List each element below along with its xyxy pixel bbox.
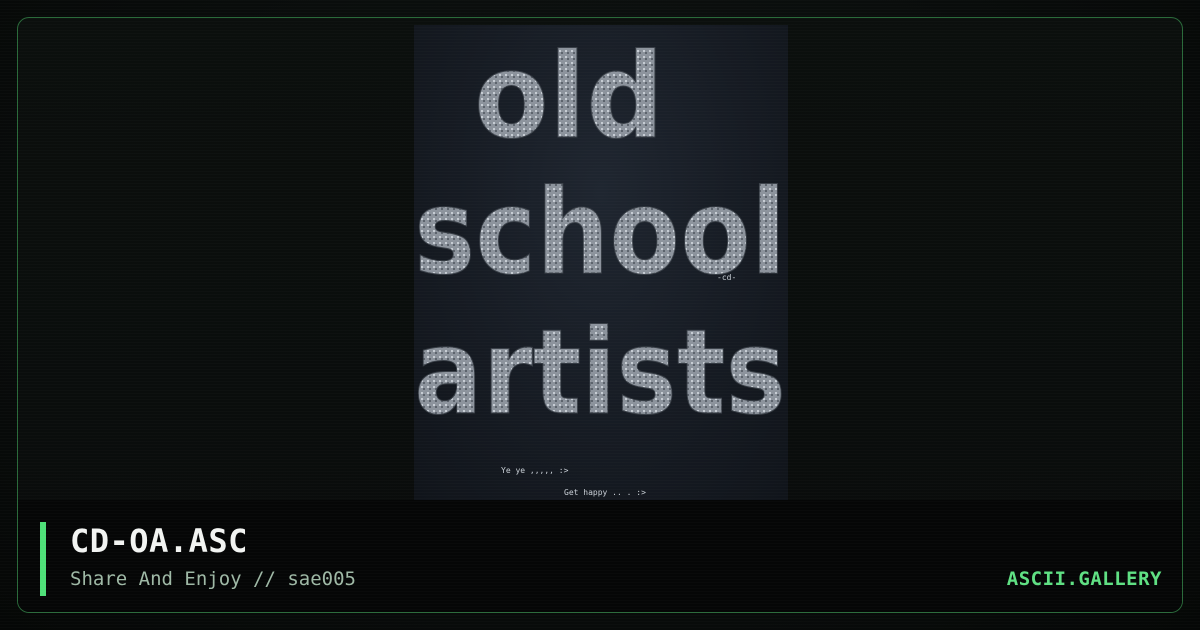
- ascii-signature: -cd-: [717, 273, 736, 282]
- ascii-message-2: Get happy .. . :>: [564, 488, 646, 497]
- ascii-word-artists: artists: [414, 303, 786, 441]
- artwork-subtitle: Share And Enjoy // sae005: [70, 568, 356, 590]
- ascii-artwork-image: old school artists -cd- Ye ye ,,,,, :> G…: [414, 27, 787, 498]
- caption-bar: CD-OA.ASC Share And Enjoy // sae005 ASCI…: [18, 500, 1182, 612]
- artwork-title: CD-OA.ASC: [70, 522, 248, 560]
- accent-bar: [40, 522, 46, 596]
- site-brand[interactable]: ASCII.GALLERY: [1007, 568, 1162, 590]
- card-frame: old school artists -cd- Ye ye ,,,,, :> G…: [17, 17, 1183, 613]
- ascii-message-1: Ye ye ,,,,, :>: [501, 466, 569, 475]
- ascii-word-old: old: [474, 27, 664, 165]
- ascii-artwork[interactable]: old school artists -cd- Ye ye ,,,,, :> G…: [414, 25, 788, 503]
- preview-card: old school artists -cd- Ye ye ,,,,, :> G…: [0, 0, 1200, 630]
